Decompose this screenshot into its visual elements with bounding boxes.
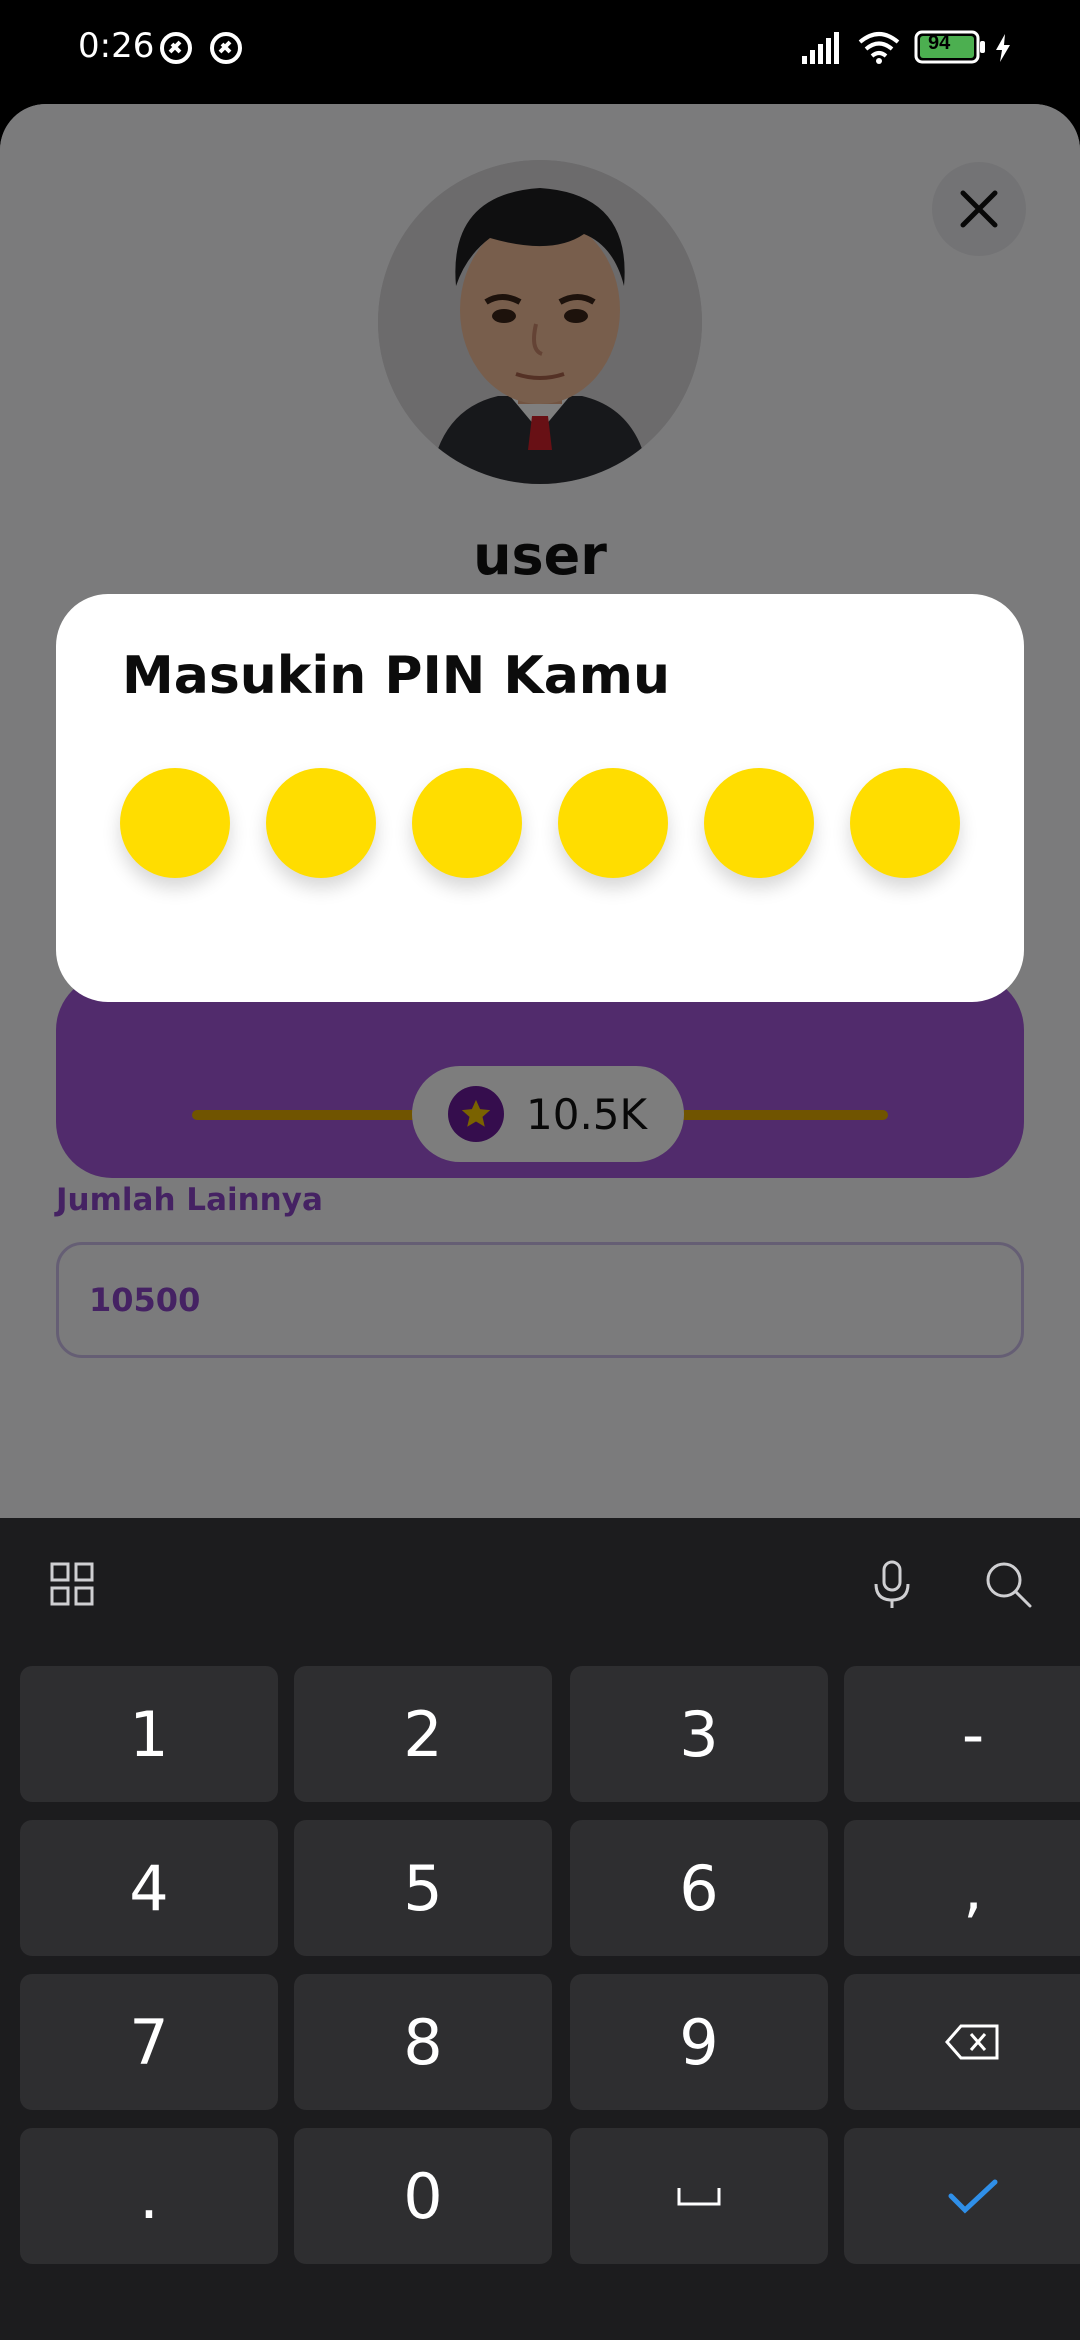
signal-icon [802,32,842,69]
key-backspace[interactable] [844,1974,1080,2110]
search-icon[interactable] [980,1556,1036,1612]
battery-icon: 94 [914,30,986,69]
key-3[interactable]: 3 [570,1666,828,1802]
notification-icon [208,30,244,71]
key-6[interactable]: 6 [570,1820,828,1956]
keyboard-toolbar [0,1518,1080,1648]
status-time: 0:26 [78,26,155,66]
pin-dot [850,768,960,878]
pin-dot [120,768,230,878]
key-period[interactable]: . [20,2128,278,2264]
notification-icon [158,30,194,71]
numeric-keyboard: 1 2 3 - 4 5 6 , 7 8 9 . 0 [0,1518,1080,2340]
grid-menu-icon[interactable] [44,1556,100,1612]
key-5[interactable]: 5 [294,1820,552,1956]
key-enter[interactable] [844,2128,1080,2264]
key-2[interactable]: 2 [294,1666,552,1802]
microphone-icon[interactable] [864,1556,920,1612]
backspace-icon [945,2024,999,2060]
pin-dialog: Masukin PIN Kamu [56,594,1024,1002]
space-icon [677,2188,721,2206]
pin-dot [558,768,668,878]
key-dash[interactable]: - [844,1666,1080,1802]
key-0[interactable]: 0 [294,2128,552,2264]
charging-icon [994,34,1012,67]
key-comma[interactable]: , [844,1820,1080,1956]
status-bar: 0:26 94 [0,0,1080,100]
pin-title: Masukin PIN Kamu [122,646,671,706]
key-9[interactable]: 9 [570,1974,828,2110]
checkmark-icon [948,2179,998,2214]
key-8[interactable]: 8 [294,1974,552,2110]
pin-dot [266,768,376,878]
key-4[interactable]: 4 [20,1820,278,1956]
key-space[interactable] [570,2128,828,2264]
battery-level: 94 [928,32,951,54]
pin-dot [704,768,814,878]
key-1[interactable]: 1 [20,1666,278,1802]
pin-dot [412,768,522,878]
key-7[interactable]: 7 [20,1974,278,2110]
wifi-icon [858,30,900,69]
